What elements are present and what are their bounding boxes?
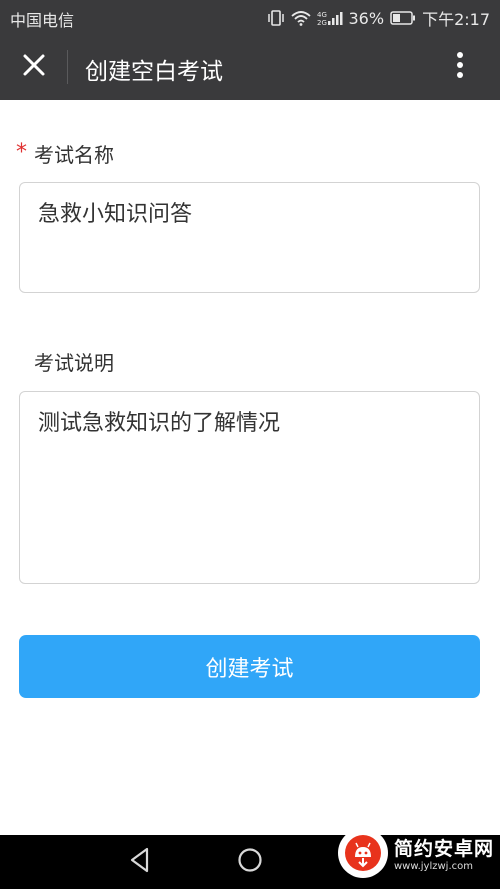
watermark-logo-icon: [337, 828, 388, 878]
back-triangle-icon: [128, 847, 152, 877]
more-options-button[interactable]: [442, 49, 478, 85]
exam-description-label: 考试说明: [34, 351, 114, 375]
carrier-label: 中国电信: [10, 11, 75, 30]
title-divider: [67, 50, 68, 84]
clock: 下午2:17: [422, 10, 490, 29]
required-mark: *: [16, 140, 27, 165]
watermark: 简约安卓网 www.jylzwj.com: [337, 828, 494, 878]
close-button[interactable]: [14, 47, 54, 87]
home-circle-icon: [237, 847, 263, 877]
status-icons: 4G 2G 36% 下午2:17: [267, 6, 490, 30]
more-vertical-icon: [456, 51, 464, 83]
title-bar: 创建空白考试: [0, 34, 500, 100]
svg-text:4G: 4G: [317, 11, 327, 19]
exam-description-input[interactable]: 测试急救知识的了解情况: [19, 391, 480, 584]
close-icon: [22, 53, 46, 81]
signal-icon: 4G 2G: [317, 10, 343, 26]
home-button[interactable]: [236, 848, 264, 876]
exam-name-input[interactable]: 急救小知识问答: [19, 182, 480, 293]
svg-text:2G: 2G: [317, 19, 327, 26]
page-title: 创建空白考试: [85, 59, 223, 85]
battery-icon: [390, 11, 416, 25]
exam-name-label: 考试名称: [34, 143, 114, 167]
battery-percent: 36%: [348, 8, 385, 28]
back-button[interactable]: [126, 847, 154, 877]
vibrate-icon: [267, 10, 285, 26]
watermark-brand: 简约安卓网: [393, 838, 494, 860]
wifi-icon: [290, 10, 311, 26]
watermark-url: www.jylzwj.com: [393, 861, 473, 872]
status-bar: 中国电信 4G 2G 36% 下午2:17: [0, 0, 500, 34]
create-exam-button[interactable]: 创建考试: [19, 635, 480, 698]
